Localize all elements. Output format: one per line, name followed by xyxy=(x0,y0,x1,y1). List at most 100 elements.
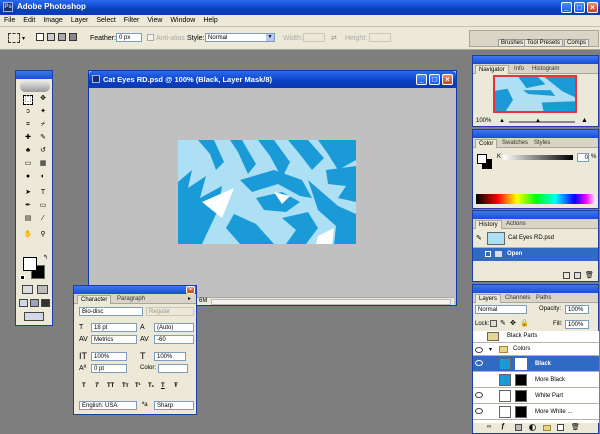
history-snapshot-row[interactable]: ✎ Cat Eyes RD.psd xyxy=(473,230,598,248)
zoom-out-icon[interactable]: ▲ xyxy=(499,118,505,124)
notes-tool-icon[interactable]: ▤ xyxy=(23,215,33,225)
layer-style-icon[interactable]: ƒ xyxy=(501,423,505,430)
adjustment-layer-icon[interactable] xyxy=(529,424,536,431)
style-button-all-caps[interactable]: TT xyxy=(107,383,114,389)
navigator-thumbnail[interactable] xyxy=(493,75,577,113)
tab-channels[interactable]: Channels xyxy=(502,294,533,303)
tab-character[interactable]: Character xyxy=(77,295,112,304)
rect-marquee-tool-icon[interactable]: ⬚ xyxy=(23,95,33,105)
layer-row-black-parts[interactable]: Black Parts xyxy=(473,331,599,343)
visibility-eye-icon[interactable] xyxy=(475,408,483,414)
toolbox-titlebar[interactable] xyxy=(16,71,52,79)
antialias-method-select[interactable]: Sharp xyxy=(154,401,194,410)
tracking-input[interactable]: -60 xyxy=(154,335,194,344)
horizontal-scrollbar[interactable] xyxy=(211,299,451,305)
blur-tool-icon[interactable]: ● xyxy=(23,173,33,183)
horizontal-scale-input[interactable]: 100% xyxy=(154,352,186,361)
jump-to-imageready-icon[interactable] xyxy=(24,312,44,321)
navigator-zoom-value[interactable]: 100% xyxy=(476,118,491,124)
layer-row-white-part[interactable]: White Part xyxy=(473,388,599,404)
tab-swatches[interactable]: Swatches xyxy=(499,139,531,148)
visibility-eye-icon[interactable] xyxy=(475,347,483,353)
fill-input[interactable]: 100% xyxy=(565,320,589,329)
language-select[interactable]: English: USA xyxy=(79,401,137,410)
menu-layer[interactable]: Layer xyxy=(67,15,93,24)
tab-actions[interactable]: Actions xyxy=(503,220,529,229)
adobe-online-logo[interactable] xyxy=(20,81,50,92)
move-tool-icon[interactable]: ✥ xyxy=(38,95,48,105)
doc-close-button[interactable]: × xyxy=(442,74,453,85)
magic-wand-tool-icon[interactable]: ✦ xyxy=(38,108,48,118)
zoom-in-icon[interactable]: ▲ xyxy=(581,117,588,124)
feather-input[interactable]: 0 px xyxy=(116,33,142,42)
new-snapshot-icon[interactable] xyxy=(574,272,581,279)
tab-info[interactable]: Info xyxy=(511,65,527,74)
foreground-color-swatch[interactable] xyxy=(23,257,37,271)
healing-brush-tool-icon[interactable]: ✚ xyxy=(23,134,33,144)
dodge-tool-icon[interactable]: ◐ xyxy=(38,173,48,183)
intersect-selection-icon[interactable] xyxy=(69,33,77,41)
close-button[interactable]: × xyxy=(587,2,598,13)
eraser-tool-icon[interactable]: ▭ xyxy=(23,160,33,170)
marquee-preset-icon[interactable] xyxy=(8,33,20,43)
screen-mode-menu-icon[interactable] xyxy=(30,299,39,307)
layer-row-more-black[interactable]: More Black xyxy=(473,372,599,388)
color-fg-swatch[interactable] xyxy=(477,154,487,164)
new-layer-icon[interactable] xyxy=(557,424,564,431)
history-delete-icon[interactable]: 🗑 xyxy=(585,271,594,279)
tab-history[interactable]: History xyxy=(475,220,502,229)
menu-help[interactable]: Help xyxy=(199,15,221,24)
layer-row-colors[interactable]: ▾ Colors xyxy=(473,343,599,356)
well-tab-tool-presets[interactable]: Tool Presets xyxy=(524,39,564,47)
shape-tool-icon[interactable]: ▭ xyxy=(38,202,48,212)
layer-row-more-white[interactable]: More White ... xyxy=(473,404,599,420)
opacity-input[interactable]: 100% xyxy=(565,305,589,314)
style-button-faux-bold[interactable]: T xyxy=(82,383,86,389)
history-state-row[interactable]: Open xyxy=(473,248,598,261)
kerning-input[interactable]: Metrics xyxy=(91,335,137,344)
zoom-slider[interactable] xyxy=(509,121,575,123)
baseline-shift-input[interactable]: 0 pt xyxy=(91,364,127,373)
menu-image[interactable]: Image xyxy=(39,15,66,24)
lock-image-icon[interactable]: ✎ xyxy=(500,319,506,327)
swap-dimensions-icon[interactable]: ⇄ xyxy=(331,34,337,42)
gradient-tool-icon[interactable]: ▦ xyxy=(38,160,48,170)
tab-styles[interactable]: Styles xyxy=(531,139,553,148)
tab-color[interactable]: Color xyxy=(475,139,498,148)
tab-paragraph[interactable]: Paragraph xyxy=(114,295,148,304)
pen-tool-icon[interactable]: ✒ xyxy=(23,202,33,212)
menu-filter[interactable]: Filter xyxy=(120,15,144,24)
layer-row-black[interactable]: Black xyxy=(473,356,599,372)
tab-navigator[interactable]: Navigator xyxy=(475,65,509,74)
new-document-from-state-icon[interactable] xyxy=(563,272,570,279)
panel-menu-icon[interactable]: ▸ xyxy=(188,295,191,302)
screen-mode-standard-icon[interactable] xyxy=(19,299,28,307)
menu-view[interactable]: View xyxy=(143,15,166,24)
menu-window[interactable]: Window xyxy=(166,15,199,24)
standard-mode-icon[interactable] xyxy=(22,285,33,294)
history-titlebar[interactable] xyxy=(473,211,598,219)
style-button-underline[interactable]: T xyxy=(161,383,165,389)
tab-histogram[interactable]: Histogram xyxy=(529,65,562,74)
expand-arrow-icon[interactable]: ▾ xyxy=(489,346,492,353)
style-button-small-caps[interactable]: Tт xyxy=(122,383,129,389)
hand-tool-icon[interactable]: ✋ xyxy=(23,231,33,241)
font-style-select[interactable]: Regular xyxy=(146,307,194,316)
slice-tool-icon[interactable]: ⌿ xyxy=(38,121,48,131)
lock-position-icon[interactable]: ✥ xyxy=(510,319,516,327)
menu-edit[interactable]: Edit xyxy=(19,15,39,24)
swap-colors-icon[interactable]: ↰ xyxy=(43,254,48,261)
lasso-tool-icon[interactable]: ↄ xyxy=(23,108,33,118)
type-tool-icon[interactable]: T xyxy=(38,189,48,199)
tab-layers[interactable]: Layers xyxy=(475,294,502,303)
doc-maximize-button[interactable]: □ xyxy=(429,74,440,85)
delete-layer-icon[interactable]: 🗑 xyxy=(571,423,580,431)
path-selection-tool-icon[interactable]: ➤ xyxy=(23,189,33,199)
new-selection-icon[interactable] xyxy=(36,33,44,41)
color-titlebar[interactable] xyxy=(473,130,598,138)
add-selection-icon[interactable] xyxy=(47,33,55,41)
document-titlebar[interactable]: Cat Eyes RD.psd @ 100% (Black, Layer Mas… xyxy=(89,71,456,88)
width-input[interactable] xyxy=(303,33,325,42)
navigator-titlebar[interactable] xyxy=(473,56,598,64)
brush-tool-icon[interactable]: ✎ xyxy=(38,134,48,144)
